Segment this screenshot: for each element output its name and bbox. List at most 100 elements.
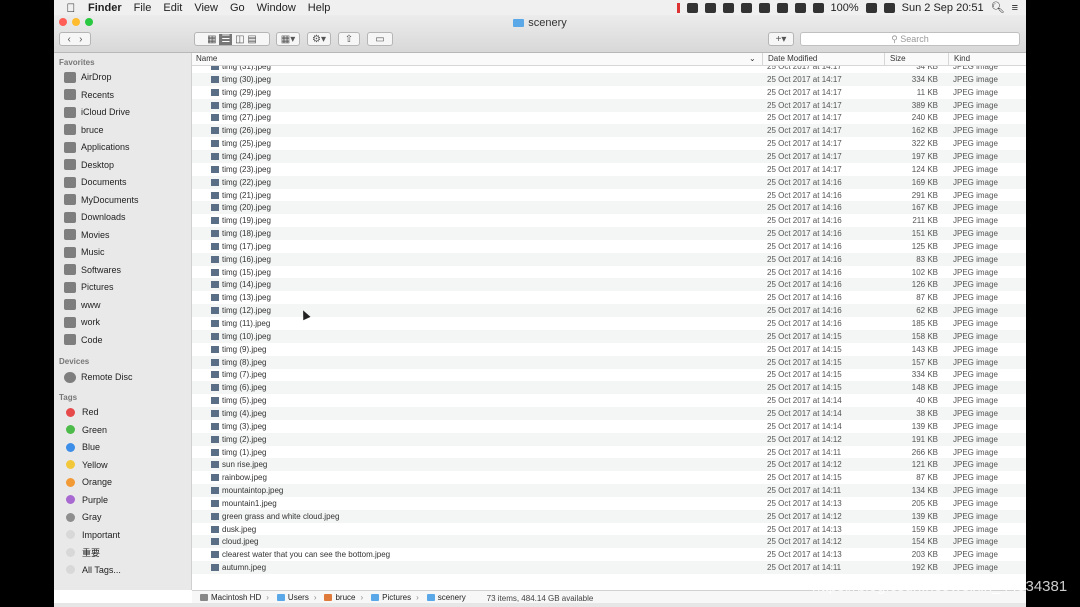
sidebar-item-mydocuments[interactable]: MyDocuments (64, 192, 139, 208)
group-button[interactable]: ▦▾ (276, 32, 300, 46)
tags-button[interactable]: ▭ (367, 32, 393, 46)
table-row[interactable]: timg (30).jpeg 25 Oct 2017 at 14:17 334 KB… (192, 72, 1026, 86)
column-divider[interactable] (948, 53, 949, 65)
table-row[interactable]: timg (9).jpeg 25 Oct 2017 at 14:15 143 KB J… (192, 343, 1026, 356)
action-button[interactable]: ⚙▾ (307, 32, 331, 46)
table-row[interactable]: timg (2).jpeg 25 Oct 2017 at 14:12 191 KB J… (192, 432, 1026, 446)
sort-chevron-icon[interactable]: ⌄ (749, 54, 756, 63)
sidebar-tag-7[interactable]: Important (64, 527, 120, 543)
sidebar-item-airdrop[interactable]: AirDrop (64, 69, 112, 85)
share-button[interactable]: ⇧ (338, 32, 360, 46)
table-row[interactable]: autumn.jpeg 25 Oct 2017 at 14:11 192 KB JPE… (192, 561, 1026, 575)
table-row[interactable]: timg (27).jpeg 25 Oct 2017 at 14:17 240 KB… (192, 111, 1026, 124)
table-row[interactable]: timg (17).jpeg 25 Oct 2017 at 14:16 125 KB… (192, 240, 1026, 253)
table-row[interactable]: rainbow.jpeg 25 Oct 2017 at 14:15 87 KB JPE… (192, 471, 1026, 484)
table-row[interactable]: timg (23).jpeg 25 Oct 2017 at 14:17 124 KB… (192, 163, 1026, 176)
table-row[interactable]: timg (1).jpeg 25 Oct 2017 at 14:11 266 KB J… (192, 446, 1026, 459)
table-row[interactable]: timg (8).jpeg 25 Oct 2017 at 14:15 157 KB J… (192, 355, 1026, 369)
table-row[interactable]: timg (19).jpeg 25 Oct 2017 at 14:16 211 KB… (192, 214, 1026, 227)
column-size[interactable]: Size (890, 54, 906, 63)
battery-percent[interactable]: 100% (831, 2, 859, 14)
sidebar-tag-6[interactable]: Gray (64, 509, 102, 525)
table-row[interactable]: timg (15).jpeg 25 Oct 2017 at 14:16 102 KB… (192, 266, 1026, 279)
sidebar-item-recents[interactable]: Recents (64, 87, 114, 103)
gallery-view-icon[interactable]: ▤ (247, 34, 256, 45)
column-divider[interactable] (884, 53, 885, 65)
wifi-icon[interactable] (812, 2, 824, 13)
sidebar-tag-8[interactable]: 重要 (64, 544, 100, 560)
sidebar-item-remote-disc[interactable]: Remote Disc (64, 369, 133, 385)
table-row[interactable]: timg (7).jpeg 25 Oct 2017 at 14:15 334 KB J… (192, 368, 1026, 381)
table-row[interactable]: mountaintop.jpeg 25 Oct 2017 at 14:11 134 … (192, 484, 1026, 498)
table-row[interactable]: timg (11).jpeg 25 Oct 2017 at 14:16 185 KB… (192, 317, 1026, 330)
sidebar-item-documents[interactable]: Documents (64, 174, 127, 190)
table-row[interactable]: timg (21).jpeg 25 Oct 2017 at 14:16 291 KB… (192, 189, 1026, 202)
table-row[interactable]: timg (12).jpeg 25 Oct 2017 at 14:16 62 KB J… (192, 304, 1026, 318)
table-row[interactable]: timg (3).jpeg 25 Oct 2017 at 14:14 139 KB J… (192, 420, 1026, 433)
table-row[interactable]: timg (4).jpeg 25 Oct 2017 at 14:14 38 KB JP… (192, 406, 1026, 420)
sidebar-item-work[interactable]: work (64, 314, 100, 330)
sidebar-tag-3[interactable]: Yellow (64, 457, 108, 473)
menu-edit[interactable]: Edit (163, 2, 182, 14)
sidebar-item-movies[interactable]: Movies (64, 227, 110, 243)
menu-go[interactable]: Go (230, 2, 245, 14)
send-icon[interactable] (758, 2, 770, 13)
sidebar-tag-1[interactable]: Green (64, 422, 107, 438)
table-row[interactable]: timg (25).jpeg 25 Oct 2017 at 14:17 322 KB… (192, 137, 1026, 150)
screen-record-icon[interactable] (686, 2, 698, 13)
notification-center-icon[interactable]: ≡ (1012, 2, 1018, 14)
sidebar-item-softwares[interactable]: Softwares (64, 262, 121, 278)
table-row[interactable]: timg (14).jpeg 25 Oct 2017 at 14:16 126 KB… (192, 278, 1026, 292)
sidebar-tag-5[interactable]: Purple (64, 492, 108, 508)
wechat-icon[interactable] (740, 2, 752, 13)
menu-view[interactable]: View (194, 2, 218, 14)
bluetooth-icon[interactable] (794, 2, 806, 13)
table-row[interactable]: timg (24).jpeg 25 Oct 2017 at 14:17 197 KB… (192, 149, 1026, 163)
back-forward-buttons[interactable]: ‹ › (59, 32, 91, 46)
sidebar-tag-0[interactable]: Red (64, 404, 99, 420)
table-row[interactable]: timg (16).jpeg 25 Oct 2017 at 14:16 83 KB J… (192, 252, 1026, 266)
flag-icon[interactable] (883, 2, 895, 13)
search-field[interactable]: ⚲ Search (800, 32, 1020, 46)
sidebar-item-pictures[interactable]: Pictures (64, 279, 114, 295)
table-row[interactable]: cloud.jpeg 25 Oct 2017 at 14:12 154 KB JPEG… (192, 535, 1026, 549)
table-row[interactable]: timg (5).jpeg 25 Oct 2017 at 14:14 40 KB JP… (192, 394, 1026, 407)
qq-icon[interactable] (722, 2, 734, 13)
icon-view-icon[interactable]: ▦ (207, 34, 216, 45)
sidebar-item-music[interactable]: Music (64, 244, 105, 260)
sidebar-item-www[interactable]: www (64, 297, 101, 313)
table-row[interactable]: timg (29).jpeg 25 Oct 2017 at 14:17 11 KB J… (192, 86, 1026, 99)
table-row[interactable]: dusk.jpeg 25 Oct 2017 at 14:13 159 KB JPEG … (192, 523, 1026, 536)
sidebar-item-icloud-drive[interactable]: iCloud Drive (64, 104, 130, 120)
menu-help[interactable]: Help (308, 2, 331, 14)
table-row[interactable]: timg (26).jpeg 25 Oct 2017 at 14:17 162 KB… (192, 124, 1026, 138)
column-divider[interactable] (762, 53, 763, 65)
column-name[interactable]: Name (196, 54, 217, 63)
column-view-icon[interactable]: ◫ (235, 34, 244, 45)
table-row[interactable]: timg (13).jpeg 25 Oct 2017 at 14:16 87 KB J… (192, 291, 1026, 304)
battery-icon[interactable] (865, 2, 877, 13)
view-mode-buttons[interactable]: ▦ ☰ ◫ ▤ (194, 32, 270, 46)
table-row[interactable]: green grass and white cloud.jpeg 25 Oct 2… (192, 509, 1026, 523)
sidebar-tag-4[interactable]: Orange (64, 474, 112, 490)
menu-finder[interactable]: Finder (88, 2, 122, 14)
sidebar-item-code[interactable]: Code (64, 332, 103, 348)
app-status-icon[interactable] (704, 2, 716, 13)
table-row[interactable]: timg (20).jpeg 25 Oct 2017 at 14:16 167 KB… (192, 201, 1026, 215)
table-row[interactable]: timg (10).jpeg 25 Oct 2017 at 14:15 158 KB… (192, 329, 1026, 343)
menu-window[interactable]: Window (257, 2, 296, 14)
apple-menu-icon[interactable]:  (64, 1, 78, 15)
table-row[interactable]: timg (28).jpeg 25 Oct 2017 at 14:17 389 KB… (192, 98, 1026, 112)
table-row[interactable]: clearest water that you can see the bott… (192, 548, 1026, 561)
menu-file[interactable]: File (134, 2, 152, 14)
table-row[interactable]: sun rise.jpeg 25 Oct 2017 at 14:12 121 KB J… (192, 458, 1026, 472)
sidebar-item-desktop[interactable]: Desktop (64, 157, 114, 173)
clock[interactable]: Sun 2 Sep 20:51 (902, 2, 984, 14)
table-row[interactable]: timg (6).jpeg 25 Oct 2017 at 14:15 148 KB J… (192, 381, 1026, 395)
forward-icon[interactable]: › (79, 34, 82, 45)
sidebar-item-applications[interactable]: Applications (64, 139, 130, 155)
cloud-icon[interactable] (776, 2, 788, 13)
spotlight-search-icon[interactable]: 🔍︎ (991, 1, 1005, 14)
sidebar-tag-2[interactable]: Blue (64, 439, 100, 455)
table-row[interactable]: timg (18).jpeg 25 Oct 2017 at 14:16 151 KB… (192, 227, 1026, 241)
